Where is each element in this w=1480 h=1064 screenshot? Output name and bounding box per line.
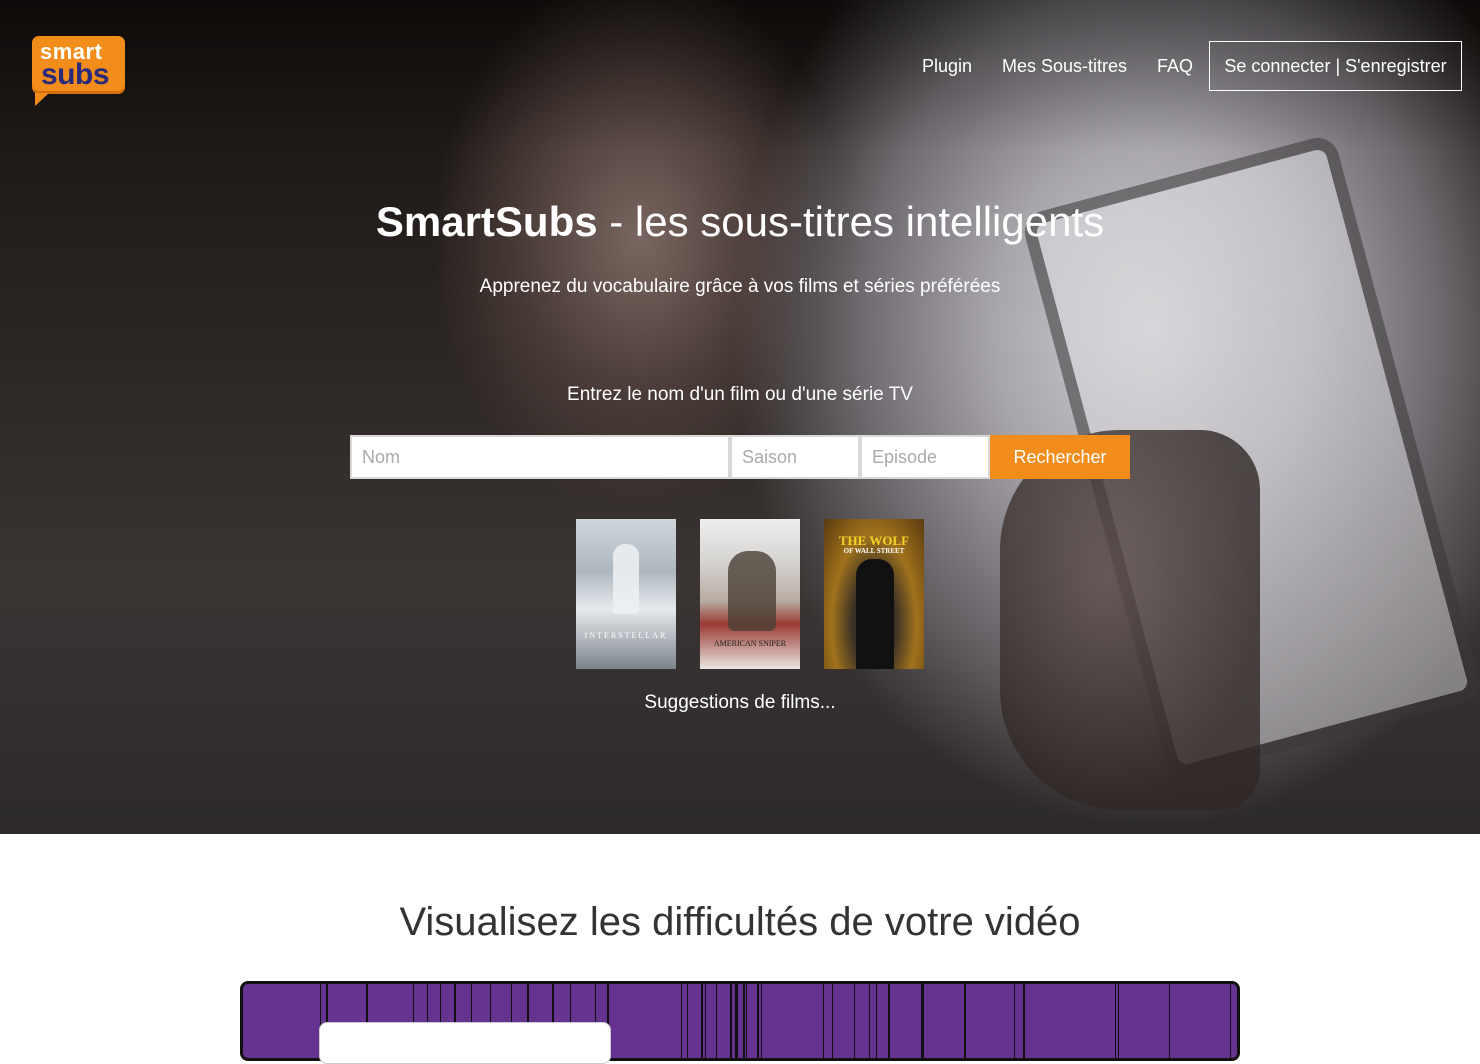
timeline-marker — [743, 984, 745, 1058]
timeline-marker — [1115, 984, 1116, 1058]
hero-banner: smart subs Plugin Mes Sous-titres FAQ Se… — [0, 0, 1480, 834]
section-title: Visualisez les difficultés de votre vidé… — [399, 900, 1081, 944]
search-prompt: Entrez le nom d'un film ou d'une série T… — [567, 384, 913, 405]
timeline-marker — [1014, 984, 1015, 1058]
timeline-marker — [701, 984, 703, 1058]
timeline-marker — [716, 984, 717, 1058]
poster-figure — [856, 559, 894, 669]
timeline-marker — [757, 984, 759, 1058]
suggestions-label: Suggestions de films... — [644, 692, 836, 713]
nav-faq[interactable]: FAQ — [1157, 56, 1193, 77]
login-register-button[interactable]: Se connecter | S'enregistrer — [1209, 41, 1462, 91]
title-rest: - les sous-titres intelligents — [597, 198, 1105, 245]
timeline-marker — [1169, 984, 1170, 1058]
search-button[interactable]: Rechercher — [990, 435, 1130, 479]
poster-figure — [728, 551, 776, 631]
poster-american-sniper[interactable]: AMERICAN SNIPER — [700, 519, 800, 669]
timeline-marker — [888, 984, 890, 1058]
poster-title-main: THE WOLF — [838, 533, 910, 548]
timeline-marker — [921, 984, 924, 1058]
episode-input[interactable] — [860, 435, 990, 479]
timeline-marker — [705, 984, 706, 1058]
nav-plugin[interactable]: Plugin — [922, 56, 972, 77]
timeline-marker — [735, 984, 738, 1058]
timeline-marker — [1230, 984, 1231, 1058]
logo-text-subs: subs — [41, 58, 110, 91]
title-brand: SmartSubs — [375, 198, 598, 245]
timeline-marker — [746, 984, 747, 1058]
timeline-marker — [876, 984, 877, 1058]
poster-title: INTERSTELLAR — [584, 631, 668, 640]
poster-title: AMERICAN SNIPER — [713, 639, 787, 648]
timeline-marker — [832, 984, 833, 1058]
season-input[interactable] — [730, 435, 860, 479]
timeline-marker — [869, 984, 870, 1058]
timeline-marker — [761, 984, 762, 1058]
poster-interstellar[interactable]: INTERSTELLAR — [576, 519, 676, 669]
poster-title-sub: OF WALL STREET — [843, 547, 905, 555]
timeline-marker — [1023, 984, 1025, 1058]
page-title: SmartSubs - les sous-titres intelligents — [0, 198, 1480, 246]
timeline-marker — [823, 984, 824, 1058]
nav-mes-sous-titres[interactable]: Mes Sous-titres — [1002, 56, 1127, 77]
timeline-marker — [854, 984, 855, 1058]
smartsubs-logo[interactable]: smart subs — [32, 36, 125, 106]
page-subtitle: Apprenez du vocabulaire grâce à vos film… — [479, 276, 1001, 297]
timeline-marker — [687, 984, 688, 1058]
timeline-tooltip — [319, 1022, 611, 1064]
poster-wolf-of-wall-street[interactable]: THE WOLF OF WALL STREET — [824, 519, 924, 669]
poster-figure — [613, 544, 639, 614]
timeline-marker — [730, 984, 732, 1058]
timeline-marker — [681, 984, 682, 1058]
timeline-marker — [964, 984, 966, 1058]
poster-title: THE WOLF OF WALL STREET — [824, 533, 924, 556]
name-input[interactable] — [350, 435, 730, 479]
timeline-marker — [1118, 984, 1119, 1058]
